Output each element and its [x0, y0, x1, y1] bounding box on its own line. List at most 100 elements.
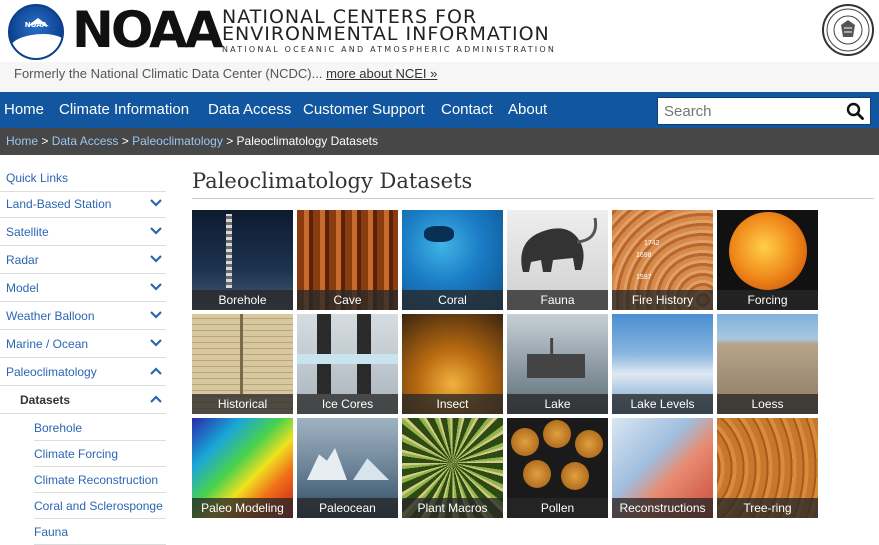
tile-label: Cave	[297, 290, 398, 310]
sidebar-item-datasets[interactable]: Datasets	[0, 386, 166, 414]
tile-coral[interactable]: Coral	[402, 210, 503, 310]
noaa-logo-text: NOAA	[24, 21, 48, 29]
wave-icon	[10, 34, 62, 58]
chevron-up-icon[interactable]	[150, 395, 162, 403]
drill-rig-image	[226, 214, 232, 288]
chevron-up-icon[interactable]	[150, 367, 162, 375]
breadcrumb-data-access[interactable]: Data Access	[52, 134, 119, 148]
tile-loess[interactable]: Loess	[717, 314, 818, 414]
noaa-logo[interactable]: NOAA	[8, 4, 64, 60]
tile-lake[interactable]: Lake	[507, 314, 608, 414]
tile-historical[interactable]: Historical	[192, 314, 293, 414]
tile-cave[interactable]: Cave	[297, 210, 398, 310]
tile-label: Insect	[402, 394, 503, 414]
breadcrumb-paleoclimatology[interactable]: Paleoclimatology	[132, 134, 223, 148]
formerly-banner: Formerly the National Climatic Data Cent…	[0, 62, 879, 92]
fire-scar-date: 1742	[644, 240, 660, 247]
tile-ice-cores[interactable]: Ice Cores	[297, 314, 398, 414]
pollen-grain-image	[575, 430, 603, 458]
pollen-grain-image	[523, 460, 551, 488]
sidebar-item-weather-balloon[interactable]: Weather Balloon	[0, 302, 166, 330]
tile-label: Pollen	[507, 498, 608, 518]
breadcrumb-current: Paleoclimatology Datasets	[236, 134, 378, 148]
tile-label: Paleo Modeling	[192, 498, 293, 518]
search-icon[interactable]	[846, 102, 864, 120]
search-input[interactable]	[658, 98, 843, 124]
tile-paleo-modeling[interactable]: Paleo Modeling	[192, 418, 293, 518]
book-spine	[240, 314, 243, 394]
tile-label: Forcing	[717, 290, 818, 310]
sidebar-subitem-borehole[interactable]: Borehole	[34, 415, 166, 441]
breadcrumb: Home > Data Access > Paleoclimatology > …	[0, 128, 879, 155]
diver-image	[424, 226, 454, 242]
tile-reconstructions[interactable]: Reconstructions	[612, 418, 713, 518]
fire-scar-date: 1698	[636, 252, 652, 259]
pollen-grain-image	[543, 420, 571, 448]
tile-pollen[interactable]: Pollen	[507, 418, 608, 518]
breadcrumb-separator: >	[226, 134, 234, 148]
tile-borehole[interactable]: Borehole	[192, 210, 293, 310]
chevron-down-icon[interactable]	[150, 199, 162, 207]
tile-tree-ring[interactable]: Tree-ring	[717, 418, 818, 518]
seal-ring-icon	[826, 8, 870, 52]
tile-label: Lake	[507, 394, 608, 414]
chevron-down-icon[interactable]	[150, 283, 162, 291]
tile-label: Reconstructions	[612, 498, 713, 518]
sidebar-item-label: Paleoclimatology	[6, 365, 97, 379]
sidebar-item-label: Quick Links	[6, 171, 69, 185]
sidebar-item-label: Satellite	[6, 225, 49, 239]
more-about-ncei-link[interactable]: more about NCEI »	[326, 66, 437, 81]
breadcrumb-separator: >	[121, 134, 129, 148]
chevron-down-icon[interactable]	[150, 255, 162, 263]
sidebar-item-land-based-station[interactable]: Land-Based Station	[0, 190, 166, 218]
noaa-wordmark[interactable]: NOAA	[72, 2, 223, 58]
formerly-text: Formerly the National Climatic Data Cent…	[14, 66, 327, 81]
sidebar-item-label: Model	[6, 281, 39, 295]
fire-scar-date: 1597	[636, 274, 652, 281]
tile-fire-history[interactable]: 1742 1698 1597 Fire History	[612, 210, 713, 310]
tile-label: Lake Levels	[612, 394, 713, 414]
ncei-subtitle: NATIONAL OCEANIC AND ATMOSPHERIC ADMINIS…	[222, 45, 557, 54]
tile-fauna[interactable]: Fauna	[507, 210, 608, 310]
chevron-down-icon[interactable]	[150, 227, 162, 235]
tile-label: Fauna	[507, 290, 608, 310]
sidebar-subitem-coral-sclerosponge[interactable]: Coral and Sclerosponge	[34, 493, 166, 519]
sidebar-item-satellite[interactable]: Satellite	[0, 218, 166, 246]
iceberg-image	[353, 458, 389, 480]
sidebar-item-paleoclimatology[interactable]: Paleoclimatology	[0, 358, 166, 386]
sun-image	[729, 212, 807, 290]
sidebar-item-label: Radar	[6, 253, 39, 267]
site-header: NOAA NOAA NATIONAL CENTERS FOR ENVIRONME…	[0, 0, 879, 62]
breadcrumb-home[interactable]: Home	[6, 134, 38, 148]
nav-contact[interactable]: Contact	[441, 92, 493, 128]
nav-climate-information[interactable]: Climate Information	[59, 92, 189, 128]
sidebar-item-label: Datasets	[20, 393, 71, 407]
page-title: Paleoclimatology Datasets	[192, 169, 473, 193]
mammoth-image	[521, 217, 598, 272]
tile-label: Plant Macros	[402, 498, 503, 518]
sidebar-item-quick-links[interactable]: Quick Links	[0, 164, 166, 192]
nav-home[interactable]: Home	[4, 92, 44, 128]
tile-insect[interactable]: Insect	[402, 314, 503, 414]
nav-customer-support[interactable]: Customer Support	[303, 92, 425, 128]
tile-paleocean[interactable]: Paleocean	[297, 418, 398, 518]
department-of-commerce-seal	[822, 4, 874, 56]
sidebar-item-marine-ocean[interactable]: Marine / Ocean	[0, 330, 166, 358]
tile-plant-macros[interactable]: Plant Macros	[402, 418, 503, 518]
sidebar-item-radar[interactable]: Radar	[0, 246, 166, 274]
sidebar-subitem-climate-reconstruction[interactable]: Climate Reconstruction	[34, 467, 166, 493]
sidebar-item-model[interactable]: Model	[0, 274, 166, 302]
chevron-down-icon[interactable]	[150, 311, 162, 319]
sidebar-item-label: Marine / Ocean	[6, 337, 89, 351]
nav-data-access[interactable]: Data Access	[208, 92, 291, 128]
sidebar-subitem-fauna[interactable]: Fauna	[34, 519, 166, 545]
tile-lake-levels[interactable]: Lake Levels	[612, 314, 713, 414]
chevron-down-icon[interactable]	[150, 339, 162, 347]
ncei-title-line2: ENVIRONMENTAL INFORMATION	[222, 23, 550, 45]
iceberg-image	[307, 448, 347, 480]
tile-forcing[interactable]: Forcing	[717, 210, 818, 310]
tile-label: Borehole	[192, 290, 293, 310]
tile-label: Loess	[717, 394, 818, 414]
sidebar-subitem-climate-forcing[interactable]: Climate Forcing	[34, 441, 166, 467]
nav-about[interactable]: About	[508, 92, 547, 128]
